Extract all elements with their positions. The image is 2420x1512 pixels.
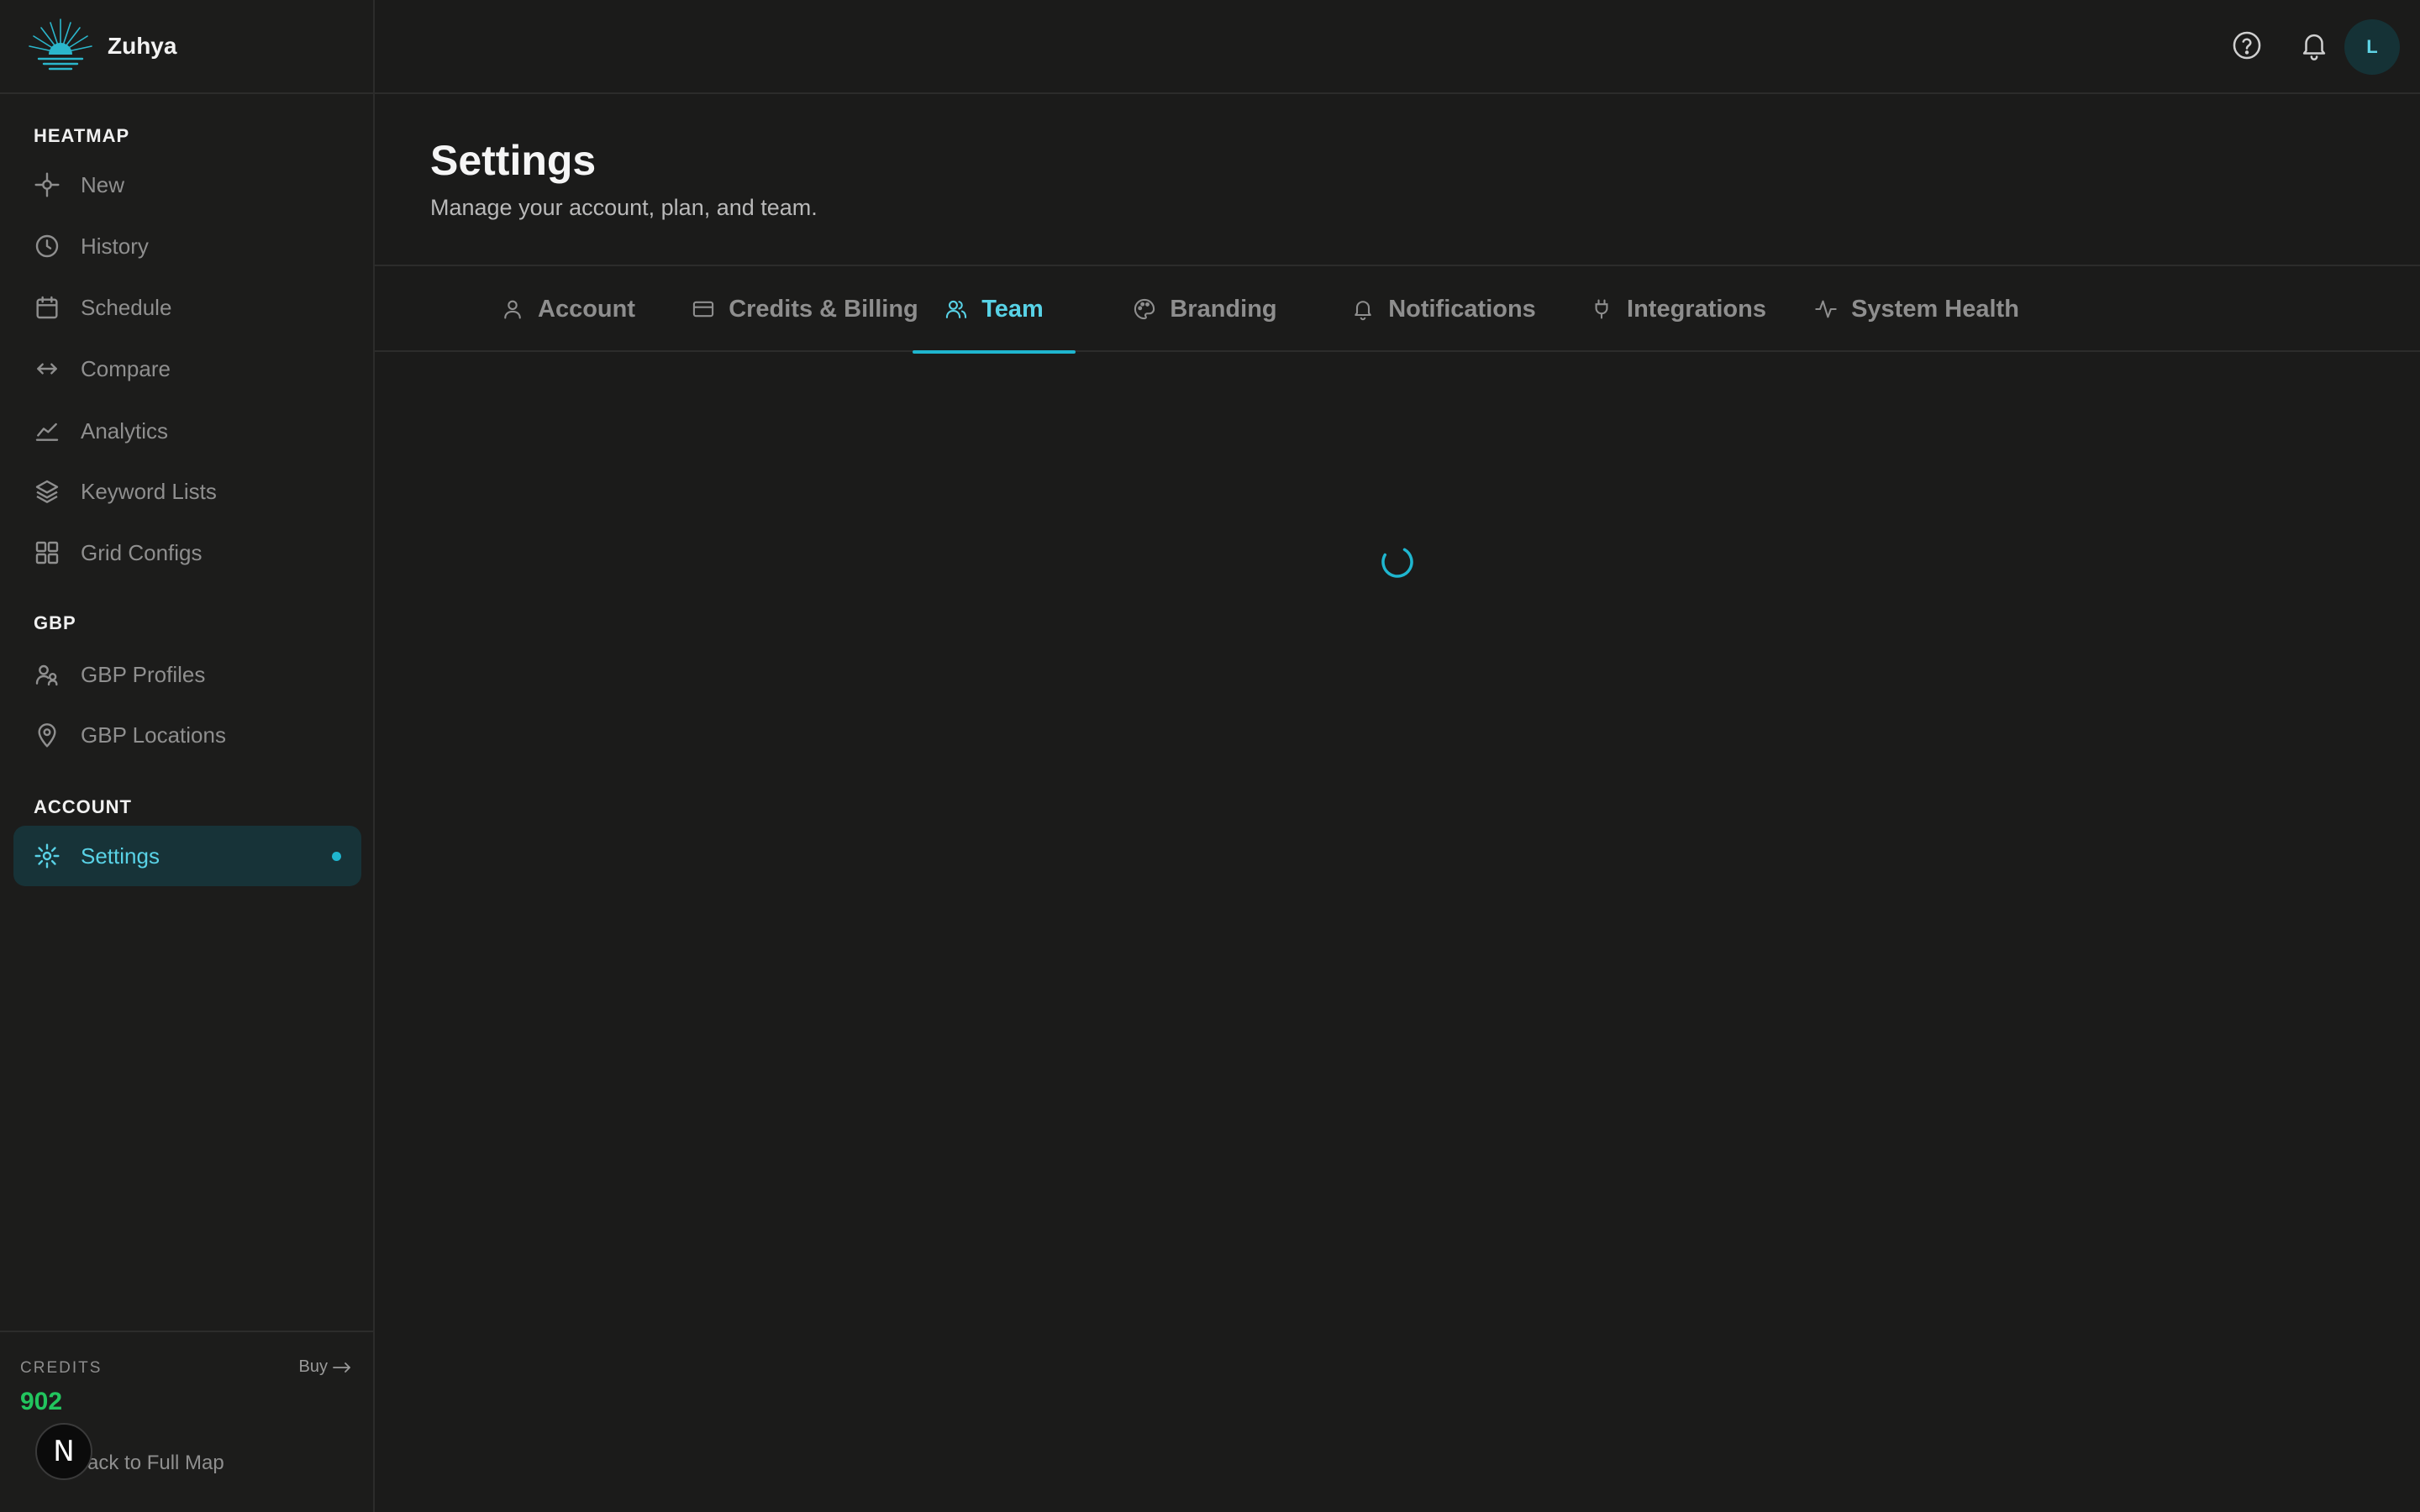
user-icon xyxy=(504,300,521,319)
tab-label: Notifications xyxy=(1388,295,1536,323)
tab-account[interactable]: Account xyxy=(464,266,672,352)
gear-icon xyxy=(34,843,60,869)
tab-label: Account xyxy=(538,295,635,323)
activity-icon xyxy=(1815,300,1837,318)
sidebar-item-schedule[interactable]: Schedule xyxy=(13,277,361,338)
sidebar-item-compare[interactable]: Compare xyxy=(13,339,361,399)
sidebar-item-label: Grid Configs xyxy=(81,539,203,565)
sidebar-item-analytics[interactable]: Analytics xyxy=(13,401,361,461)
page-header: Settings Manage your account, plan, and … xyxy=(375,94,2420,266)
tab-team[interactable]: Team xyxy=(913,266,1076,354)
sunrise-logo-icon xyxy=(29,18,92,71)
sidebar-item-label: GBP Locations xyxy=(81,722,226,748)
credit-card-icon xyxy=(693,301,714,318)
tab-label: System Health xyxy=(1851,295,2019,323)
palette-icon xyxy=(1134,298,1155,320)
credits-label: CREDITS xyxy=(20,1359,103,1377)
tab-credits-billing[interactable]: Credits & Billing xyxy=(660,266,950,352)
team-icon xyxy=(946,300,967,318)
section-gbp: GBP xyxy=(34,612,76,633)
settings-tabs: Account Credits & Billing Team Branding … xyxy=(375,266,2420,354)
chart-line-icon xyxy=(34,417,60,444)
tab-label: Branding xyxy=(1170,295,1277,323)
sidebar-item-label: Analytics xyxy=(81,417,169,444)
sidebar-item-label: Settings xyxy=(81,843,160,869)
dev-tools-badge[interactable]: N xyxy=(35,1423,92,1480)
sidebar-item-label: Compare xyxy=(81,355,171,381)
map-pin-icon xyxy=(34,722,60,748)
tab-integrations[interactable]: Integrations xyxy=(1551,266,1805,352)
tab-label: Credits & Billing xyxy=(729,295,918,323)
sidebar-item-label: New xyxy=(81,171,125,197)
buy-label: Buy xyxy=(298,1357,328,1376)
help-icon[interactable] xyxy=(2228,27,2265,64)
grid-icon xyxy=(34,539,60,566)
page-title: Settings xyxy=(430,137,597,184)
section-account: ACCOUNT xyxy=(34,796,132,817)
users-icon xyxy=(34,661,60,688)
plug-icon xyxy=(1595,299,1608,319)
page-subtitle: Manage your account, plan, and team. xyxy=(430,195,818,220)
buy-credits-link[interactable]: Buy xyxy=(299,1357,351,1377)
top-bar: L xyxy=(375,0,2420,94)
crosshair-icon xyxy=(34,171,60,198)
arrow-right-icon xyxy=(333,1362,350,1373)
layers-icon xyxy=(34,478,60,505)
sidebar: Zuhya HEATMAP New History Schedule Compa… xyxy=(0,0,375,1512)
calendar-icon xyxy=(34,294,60,321)
sidebar-item-label: GBP Profiles xyxy=(81,661,206,687)
tab-branding[interactable]: Branding xyxy=(1097,266,1313,352)
sidebar-item-label: Schedule xyxy=(81,294,172,320)
brand[interactable]: Zuhya xyxy=(0,0,373,94)
tab-label: Integrations xyxy=(1627,295,1766,323)
sidebar-item-grid-configs[interactable]: Grid Configs xyxy=(13,522,361,583)
credits-value: 902 xyxy=(20,1388,63,1415)
section-heatmap: HEATMAP xyxy=(34,125,130,146)
arrows-horizontal-icon xyxy=(34,355,60,382)
tab-system-health[interactable]: System Health xyxy=(1780,266,2054,352)
app-name: Zuhya xyxy=(108,33,177,59)
sidebar-item-label: History xyxy=(81,233,149,259)
bell-icon[interactable] xyxy=(2296,27,2333,64)
sidebar-item-history[interactable]: History xyxy=(13,216,361,276)
sidebar-item-keyword-lists[interactable]: Keyword Lists xyxy=(13,461,361,522)
avatar[interactable]: L xyxy=(2344,19,2400,75)
sidebar-item-gbp-locations[interactable]: GBP Locations xyxy=(13,705,361,765)
sidebar-item-settings[interactable]: Settings xyxy=(13,826,361,886)
credits-panel: CREDITS Buy 902 Back to Full Map xyxy=(0,1331,373,1512)
bell-icon xyxy=(1355,301,1371,321)
back-to-full-map-link[interactable]: Back to Full Map xyxy=(74,1452,224,1475)
clock-icon xyxy=(34,233,60,260)
sidebar-item-gbp-profiles[interactable]: GBP Profiles xyxy=(13,644,361,705)
loading-spinner-icon xyxy=(1381,546,1413,578)
sidebar-item-label: Keyword Lists xyxy=(81,478,217,504)
sidebar-item-new[interactable]: New xyxy=(13,155,361,215)
active-indicator-dot xyxy=(332,851,341,861)
tab-label: Team xyxy=(981,295,1044,323)
